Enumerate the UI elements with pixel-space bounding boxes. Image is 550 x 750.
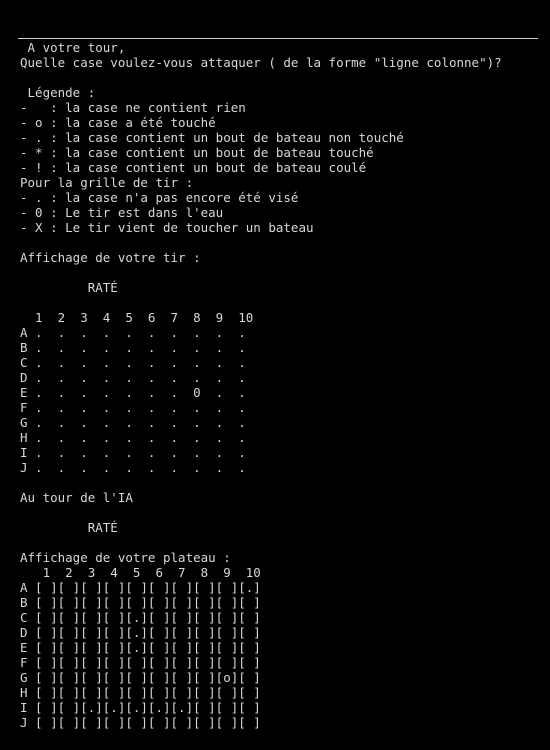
terminal-line: - o : la case a été touché: [20, 115, 216, 130]
terminal-line: Légende :: [20, 85, 96, 100]
terminal-line: C . . . . . . . . . .: [20, 355, 246, 370]
terminal-line: G [ ][ ][ ][ ][ ][ ][ ][ ][o][ ]: [20, 670, 261, 685]
terminal-line: B . . . . . . . . . .: [20, 340, 246, 355]
terminal-line: F [ ][ ][ ][ ][ ][ ][ ][ ][ ][ ]: [20, 655, 261, 670]
terminal-line: - . : la case n'a pas encore été visé: [20, 190, 299, 205]
terminal-line: E . . . . . . . 0 . .: [20, 385, 246, 400]
terminal-line: - 0 : Le tir est dans l'eau: [20, 205, 224, 220]
terminal-line: G . . . . . . . . . .: [20, 415, 246, 430]
terminal-line: RATÉ: [20, 520, 118, 535]
terminal-line: I [ ][ ][.][.][.][.][.][ ][ ][ ]: [20, 700, 261, 715]
terminal-line: E [ ][ ][ ][ ][.][ ][ ][ ][ ][ ]: [20, 640, 261, 655]
terminal-output: A votre tour, Quelle case voulez-vous att…: [20, 40, 502, 730]
terminal-line: A . . . . . . . . . .: [20, 325, 246, 340]
terminal-line: B [ ][ ][ ][ ][ ][ ][ ][ ][ ][ ]: [20, 595, 261, 610]
terminal-line: Pour la grille de tir :: [20, 175, 194, 190]
terminal-line: - . : la case contient un bout de bateau…: [20, 130, 404, 145]
terminal-line: Affichage de votre tir :: [20, 250, 201, 265]
terminal-line: A [ ][ ][ ][ ][ ][ ][ ][ ][ ][.]: [20, 580, 261, 595]
terminal-line: Au tour de l'IA: [20, 490, 133, 505]
terminal-line: - ! : la case contient un bout de bateau…: [20, 160, 367, 175]
terminal-line: J [ ][ ][ ][ ][ ][ ][ ][ ][ ][ ]: [20, 715, 261, 730]
terminal-line: RATÉ: [20, 280, 118, 295]
terminal-line: - * : la case contient un bout de bateau…: [20, 145, 374, 160]
separator-line: [18, 38, 538, 39]
terminal-line: D . . . . . . . . . .: [20, 370, 246, 385]
terminal-line: - X : Le tir vient de toucher un bateau: [20, 220, 314, 235]
terminal-line: Affichage de votre plateau :: [20, 550, 231, 565]
terminal-line: J . . . . . . . . . .: [20, 460, 246, 475]
terminal-window[interactable]: A votre tour, Quelle case voulez-vous att…: [0, 0, 550, 750]
terminal-line: D [ ][ ][ ][ ][.][ ][ ][ ][ ][ ]: [20, 625, 261, 640]
terminal-line: C [ ][ ][ ][ ][.][ ][ ][ ][ ][ ]: [20, 610, 261, 625]
terminal-line: A votre tour,: [20, 40, 126, 55]
terminal-line: - : la case ne contient rien: [20, 100, 246, 115]
terminal-line: 1 2 3 4 5 6 7 8 9 10: [20, 310, 254, 325]
terminal-line: H . . . . . . . . . .: [20, 430, 246, 445]
terminal-line: 1 2 3 4 5 6 7 8 9 10: [20, 565, 261, 580]
terminal-line: H [ ][ ][ ][ ][ ][ ][ ][ ][ ][ ]: [20, 685, 261, 700]
terminal-line: I . . . . . . . . . .: [20, 445, 246, 460]
terminal-line: Quelle case voulez-vous attaquer ( de la…: [20, 55, 502, 70]
terminal-line: F . . . . . . . . . .: [20, 400, 246, 415]
